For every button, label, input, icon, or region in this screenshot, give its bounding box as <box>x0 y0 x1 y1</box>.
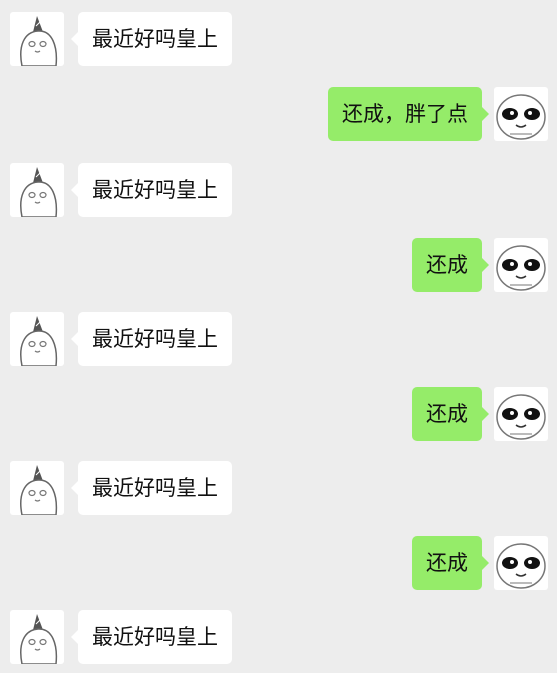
incoming-message-bubble[interactable]: 最近好吗皇上 <box>71 312 232 366</box>
outgoing-message-bubble[interactable]: 还成 <box>412 536 489 590</box>
party-hat-cartoon-icon <box>20 465 58 515</box>
incoming-message-bubble[interactable]: 最近好吗皇上 <box>71 610 232 664</box>
message-row-outgoing: 还成，胖了点 <box>0 87 557 143</box>
message-row-outgoing: 还成 <box>0 536 557 592</box>
message-row-incoming: 最近好吗皇上 <box>0 12 557 68</box>
message-row-outgoing: 还成 <box>0 238 557 294</box>
party-hat-cartoon-icon <box>20 167 58 217</box>
incoming-message-bubble[interactable]: 最近好吗皇上 <box>71 461 232 515</box>
contact-avatar[interactable] <box>10 610 64 664</box>
contact-avatar[interactable] <box>10 461 64 515</box>
message-row-outgoing: 还成 <box>0 387 557 443</box>
user-avatar[interactable] <box>494 536 548 590</box>
contact-avatar[interactable] <box>10 163 64 217</box>
outgoing-message-bubble[interactable]: 还成，胖了点 <box>328 87 489 141</box>
panda-face-icon <box>496 394 546 440</box>
party-hat-cartoon-icon <box>20 614 58 664</box>
party-hat-cartoon-icon <box>20 316 58 366</box>
incoming-message-bubble[interactable]: 最近好吗皇上 <box>71 163 232 217</box>
user-avatar[interactable] <box>494 238 548 292</box>
panda-face-icon <box>496 543 546 589</box>
contact-avatar[interactable] <box>10 312 64 366</box>
panda-face-icon <box>496 94 546 140</box>
user-avatar[interactable] <box>494 87 548 141</box>
message-row-incoming: 最近好吗皇上 <box>0 610 557 666</box>
panda-face-icon <box>496 245 546 291</box>
message-row-incoming: 最近好吗皇上 <box>0 461 557 517</box>
incoming-message-bubble[interactable]: 最近好吗皇上 <box>71 12 232 66</box>
message-row-incoming: 最近好吗皇上 <box>0 163 557 219</box>
contact-avatar[interactable] <box>10 12 64 66</box>
outgoing-message-bubble[interactable]: 还成 <box>412 387 489 441</box>
outgoing-message-bubble[interactable]: 还成 <box>412 238 489 292</box>
user-avatar[interactable] <box>494 387 548 441</box>
party-hat-cartoon-icon <box>20 16 58 66</box>
message-row-incoming: 最近好吗皇上 <box>0 312 557 368</box>
